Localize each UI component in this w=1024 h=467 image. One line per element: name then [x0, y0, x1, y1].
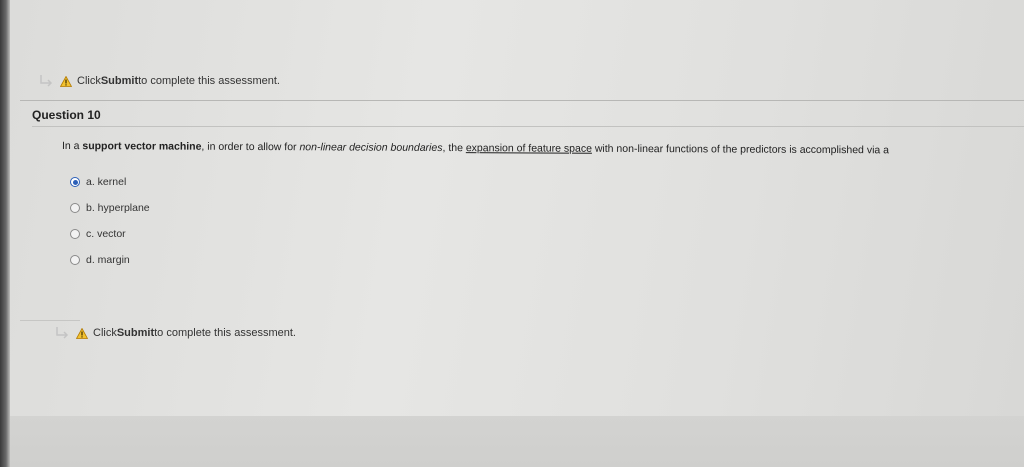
submit-notice-prefix: Click: [77, 75, 101, 87]
option-d[interactable]: d. margin: [70, 247, 150, 273]
warning-icon: [59, 75, 73, 87]
option-c-label[interactable]: c. vector: [86, 228, 126, 240]
option-b-label[interactable]: b. hyperplane: [86, 202, 150, 214]
option-a-label[interactable]: a. kernel: [86, 176, 126, 188]
submit-notice-suffix: to complete this assessment.: [138, 75, 280, 87]
answer-options: a. kernel b. hyperplane c. vector d. mar…: [70, 169, 150, 273]
submit-notice-submit-word: Submit: [116, 327, 155, 339]
submit-notice-prefix: Click: [93, 327, 117, 339]
option-b[interactable]: b. hyperplane: [70, 195, 150, 221]
question-text-bold: support vector machine: [82, 140, 202, 153]
divider-question: [32, 126, 1024, 127]
return-arrow-icon: [38, 74, 54, 88]
submit-notice-suffix: to complete this assessment.: [154, 327, 296, 339]
return-arrow-icon: [54, 326, 70, 340]
question-text-part2: , in order to allow for: [201, 140, 300, 154]
radio-option-b[interactable]: [70, 203, 80, 213]
radio-option-d[interactable]: [70, 255, 80, 265]
divider-bottom-stub: [20, 320, 80, 321]
question-text-link[interactable]: expansion of feature space: [466, 142, 592, 155]
question-text-part3: , the: [442, 141, 466, 155]
submit-notice-bottom: Click Submit to complete this assessment…: [54, 326, 296, 340]
radio-option-c[interactable]: [70, 229, 80, 239]
divider-top: [20, 100, 1024, 101]
question-text-part4: with non-linear functions of the predict…: [591, 142, 890, 157]
radio-option-a[interactable]: [70, 177, 80, 187]
question-text-part1: In a: [61, 140, 83, 153]
warning-icon: [75, 327, 89, 339]
submit-notice-submit-word: Submit: [100, 75, 139, 87]
screen-bezel: [0, 0, 10, 467]
question-text-italic: non-linear decision boundaries: [299, 141, 443, 154]
option-a[interactable]: a. kernel: [70, 169, 150, 195]
option-d-label[interactable]: d. margin: [86, 254, 130, 266]
submit-notice-top: Click Submit to complete this assessment…: [38, 74, 280, 88]
option-c[interactable]: c. vector: [70, 221, 150, 247]
assessment-page: [10, 0, 1024, 420]
question-title: Question 10: [32, 108, 101, 122]
screen: Click Submit to complete this assessment…: [0, 0, 1024, 467]
bottom-band: [10, 416, 1024, 467]
